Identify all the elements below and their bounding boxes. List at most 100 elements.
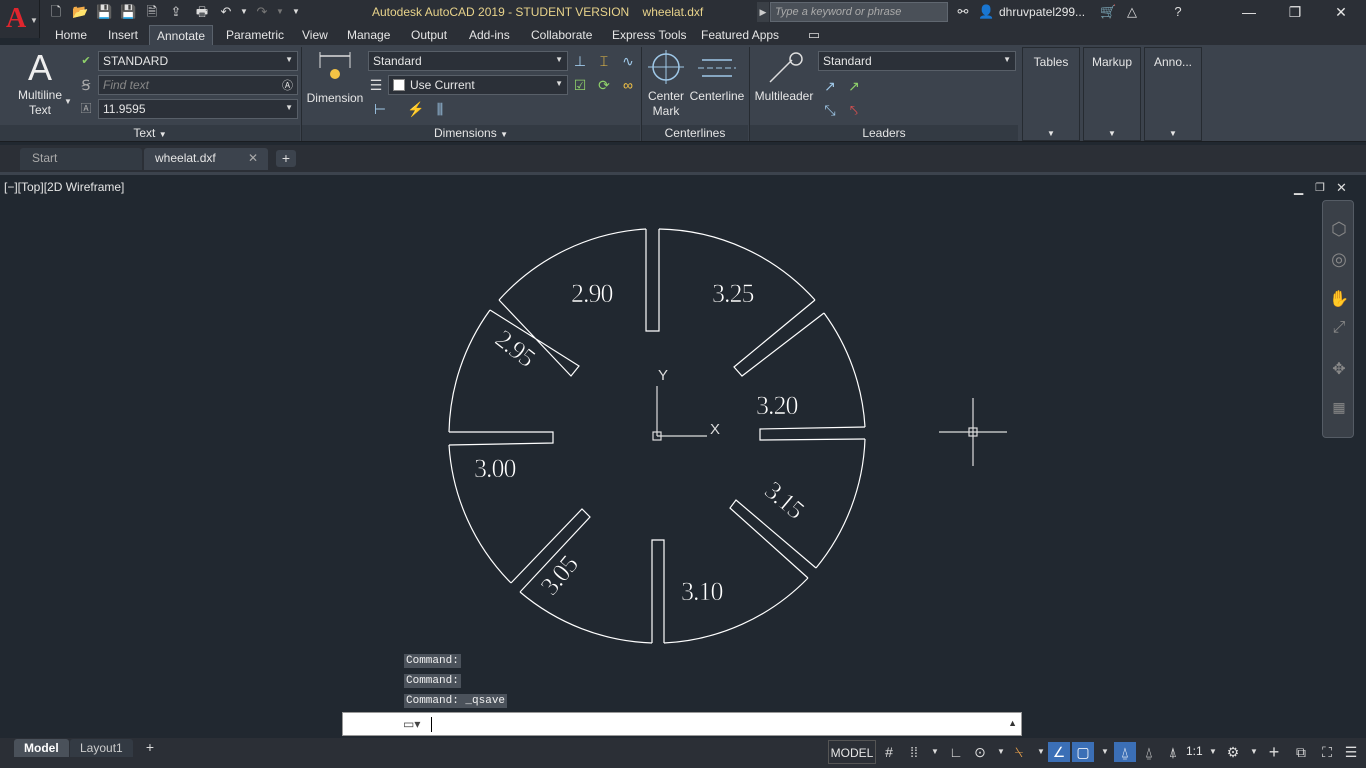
tab-manage[interactable]: Manage	[340, 25, 397, 45]
tab-layout1[interactable]: Layout1	[70, 739, 133, 757]
user-account-menu[interactable]: dhruvpatel299...	[999, 5, 1085, 19]
markup-panel-button[interactable]: Markup ▼	[1083, 47, 1141, 141]
annotation-scale-value[interactable]: 1:1	[1186, 744, 1203, 758]
zoom-extents-icon[interactable]: ⤢	[1329, 319, 1349, 339]
showmotion-icon[interactable]: ▦	[1329, 399, 1349, 419]
dimension-button[interactable]: Dimension	[306, 50, 364, 110]
steering-wheel-icon[interactable]: ◎	[1329, 249, 1349, 269]
inspect-icon[interactable]: ☑	[570, 75, 590, 95]
user-icon[interactable]: 👤	[978, 4, 994, 20]
share-icon[interactable]: ⇪	[168, 4, 184, 20]
find-text-input[interactable]: Find text Ⓐ	[98, 75, 298, 95]
tab-output[interactable]: Output	[404, 25, 454, 45]
dimension-layer-select[interactable]: Use Current ▼	[388, 75, 568, 95]
dimension-break-icon[interactable]: ⌶	[594, 51, 614, 71]
isolate-objects-icon[interactable]: ⧉	[1290, 742, 1312, 762]
start-tab[interactable]: Start	[20, 148, 142, 170]
check-spelling-icon[interactable]: ✔	[76, 51, 96, 71]
tab-model[interactable]: Model	[14, 739, 69, 757]
command-input[interactable]: ▭▾ ▲	[342, 712, 1022, 736]
collect-leaders-icon[interactable]: ⤣	[844, 100, 864, 120]
snap-mode-icon[interactable]: ⁞⁞	[903, 742, 925, 762]
undo-dropdown-icon[interactable]: ▼	[236, 4, 252, 20]
polar-tracking-icon[interactable]: ⊙	[969, 742, 991, 762]
cart-icon[interactable]: 🛒	[1100, 4, 1116, 20]
reassociate-icon[interactable]: ∞	[618, 75, 638, 95]
restore-button[interactable]: ❐	[1272, 0, 1318, 25]
isometric-icon[interactable]: ⍀	[1008, 742, 1030, 762]
update-icon[interactable]: ⟳	[594, 75, 614, 95]
grid-icon[interactable]: #	[878, 742, 900, 762]
multiline-text-button[interactable]: A Multiline Text	[12, 48, 68, 118]
tab-addins[interactable]: Add-ins	[462, 25, 517, 45]
print-icon[interactable]: 🖶	[194, 4, 210, 20]
jog-line-icon[interactable]: ∿	[618, 51, 638, 71]
view-cube-icon[interactable]: ⬡	[1329, 219, 1349, 239]
auto-scale-icon[interactable]: ⍙	[1138, 742, 1160, 762]
chevron-down-icon[interactable]: ▼	[64, 97, 72, 106]
remove-leader-icon[interactable]: ↗	[844, 76, 864, 96]
ortho-icon[interactable]: ∟	[945, 742, 967, 762]
text-style-select[interactable]: STANDARD ▼	[98, 51, 298, 71]
workspace-gear-icon[interactable]: ⚙	[1222, 742, 1244, 762]
close-button[interactable]: ✕	[1318, 0, 1364, 25]
text-height-icon[interactable]: 🄰	[76, 99, 96, 119]
tab-view[interactable]: View	[295, 25, 335, 45]
centerline-button[interactable]: Centerline	[688, 50, 746, 110]
customize-qat-icon[interactable]: ▼	[288, 4, 304, 20]
object-snap-icon[interactable]: ▢	[1072, 742, 1094, 762]
open-file-icon[interactable]: 📂	[72, 4, 88, 20]
fullscreen-icon[interactable]: ⛶	[1316, 742, 1338, 762]
object-snap-tracking-icon[interactable]: ∠	[1048, 742, 1070, 762]
tab-annotate[interactable]: Annotate	[149, 25, 214, 45]
chevron-down-icon[interactable]: ▼	[924, 742, 946, 762]
application-menu-button[interactable]: A ▼	[0, 0, 40, 38]
save-as-icon[interactable]: 💾	[120, 4, 136, 20]
chevron-down-icon[interactable]: ▼	[1094, 742, 1116, 762]
orbit-icon[interactable]: ✥	[1329, 359, 1349, 379]
annotation-monitor-icon[interactable]: +	[1263, 742, 1285, 762]
new-tab-button[interactable]: +	[276, 150, 296, 167]
redo-icon[interactable]: ↷	[254, 4, 270, 20]
autodesk-app-icon[interactable]: △	[1124, 4, 1140, 20]
dimensions-panel-title[interactable]: Dimensions ▼	[302, 125, 640, 141]
minimize-button[interactable]: —	[1226, 0, 1272, 25]
redo-dropdown-icon[interactable]: ▼	[272, 4, 288, 20]
annotation-scale-icon[interactable]: ⍋	[1162, 742, 1184, 762]
chevron-down-icon[interactable]: ▼	[1202, 742, 1224, 762]
tab-featured-apps[interactable]: Featured Apps	[694, 25, 786, 45]
ribbon-display-toggle-icon[interactable]: ▭	[806, 27, 822, 43]
add-layout-button[interactable]: +	[142, 740, 158, 756]
annotation-visibility-icon[interactable]: ⍙	[1114, 742, 1136, 762]
new-file-icon[interactable]: 🗋	[48, 4, 64, 20]
tab-insert[interactable]: Insert	[101, 25, 145, 45]
model-space-button[interactable]: MODEL	[828, 740, 876, 764]
save-icon[interactable]: 💾	[96, 4, 112, 20]
customization-menu-icon[interactable]: ☰	[1340, 742, 1362, 762]
add-leader-icon[interactable]: ↗	[820, 76, 840, 96]
command-history-toggle-icon[interactable]: ▲	[1008, 718, 1017, 728]
quick-dimension-icon[interactable]: ⚡	[406, 99, 426, 119]
continue-dimension-icon[interactable]: ⫼	[430, 99, 450, 119]
command-prompt-icon[interactable]: ▭▾	[403, 717, 420, 731]
find-icon[interactable]: Ⓐ	[282, 77, 293, 93]
align-leaders-icon[interactable]: ⤡	[820, 100, 840, 120]
drawing-canvas[interactable]: 2.90 3.25 2.95 3.20 3.00 3.15 3.05 3.10 …	[0, 175, 1366, 710]
tab-home[interactable]: Home	[48, 25, 94, 45]
tables-panel-button[interactable]: Tables ▼	[1022, 47, 1080, 141]
text-height-select[interactable]: 11.9595 ▼	[98, 99, 298, 119]
annotation-scaling-panel-button[interactable]: Anno... ▼	[1144, 47, 1202, 141]
center-mark-button[interactable]: Center Mark	[644, 50, 688, 120]
pan-icon[interactable]: ✋	[1329, 289, 1349, 309]
help-icon[interactable]: ?	[1170, 4, 1186, 20]
linear-dimension-icon[interactable]: ⊢	[370, 99, 390, 119]
multileader-button[interactable]: Multileader	[752, 50, 816, 110]
export-icon[interactable]: 🗎	[144, 4, 160, 20]
close-icon[interactable]: ✕	[248, 151, 258, 165]
leader-style-select[interactable]: Standard ▼	[818, 51, 1016, 71]
layer-icon[interactable]: ☰	[366, 75, 386, 95]
binoculars-icon[interactable]: ⚯	[955, 4, 971, 20]
text-panel-title[interactable]: Text ▼	[0, 125, 300, 141]
tab-express-tools[interactable]: Express Tools	[605, 25, 693, 45]
adjust-space-icon[interactable]: ⊥	[570, 51, 590, 71]
